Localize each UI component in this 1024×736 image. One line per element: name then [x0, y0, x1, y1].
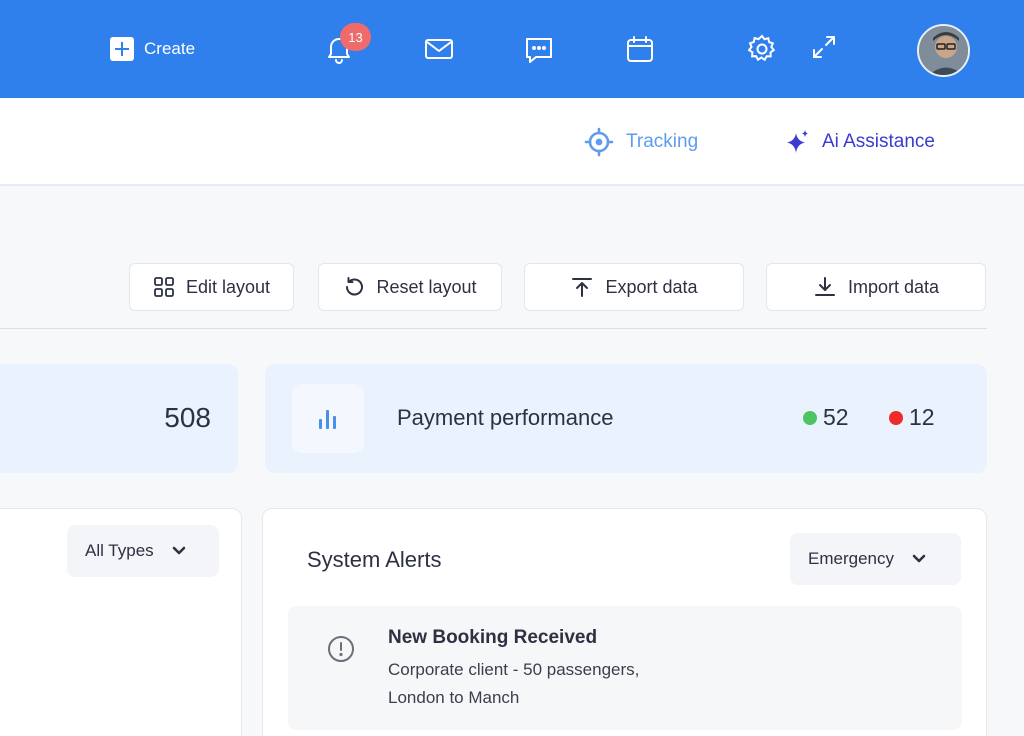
type-filter-value: All Types [85, 541, 154, 560]
failed-count: 12 [909, 404, 935, 430]
create-button[interactable]: Create [110, 36, 195, 62]
reset-layout-label: Reset layout [376, 276, 477, 297]
import-data-button[interactable]: Import data [766, 263, 986, 311]
ai-assistance-link[interactable]: Ai Assistance [784, 128, 935, 156]
stat-value: 508 [164, 402, 211, 433]
crosshair-icon [584, 127, 614, 157]
reset-icon [346, 277, 364, 296]
user-avatar[interactable] [917, 24, 970, 77]
failed-metric: 12 [889, 404, 935, 431]
plus-icon [110, 37, 134, 61]
payment-performance-card: Payment performance 52 12 [265, 364, 987, 473]
export-data-label: Export data [605, 276, 698, 297]
stat-card-left: 508 [0, 364, 238, 473]
alert-title: New Booking Received [388, 627, 598, 648]
calendar-icon [627, 36, 653, 62]
chevron-down-icon [912, 554, 926, 563]
payment-performance-title: Payment performance [397, 405, 614, 430]
secondary-navbar: Tracking Ai Assistance [0, 98, 1024, 186]
reset-layout-button[interactable]: Reset layout [318, 263, 502, 311]
system-alerts-panel: System Alerts Emergency New Booking Rece… [262, 508, 987, 736]
ai-assistance-label: Ai Assistance [822, 131, 935, 152]
edit-layout-button[interactable]: Edit layout [129, 263, 294, 311]
upload-icon [572, 278, 593, 297]
create-label: Create [144, 39, 196, 58]
section-divider [0, 328, 987, 329]
settings-button[interactable] [746, 33, 778, 65]
edit-layout-label: Edit layout [185, 276, 271, 297]
alert-item[interactable]: New Booking Received Corporate client - … [288, 606, 962, 730]
messages-button[interactable] [523, 34, 555, 66]
bar-chart-icon [292, 384, 364, 453]
type-filter-dropdown[interactable]: All Types [67, 525, 219, 577]
import-data-label: Import data [847, 276, 940, 297]
chevron-down-icon [172, 546, 185, 555]
notification-badge: 13 [340, 23, 371, 51]
alert-description-line-2: London to Manch [388, 688, 520, 707]
expand-icon [813, 36, 835, 58]
export-data-button[interactable]: Export data [524, 263, 744, 311]
success-dot-icon [803, 410, 817, 425]
fullscreen-button[interactable] [808, 31, 840, 63]
download-icon [814, 277, 835, 296]
mail-button[interactable] [423, 33, 455, 65]
alert-filter-value: Emergency [808, 549, 894, 568]
grid-icon [154, 277, 174, 297]
alert-circle-icon [328, 636, 354, 662]
alert-filter-dropdown[interactable]: Emergency [790, 533, 961, 585]
failed-dot-icon [889, 410, 903, 425]
chat-icon [526, 38, 552, 63]
calendar-button[interactable] [624, 33, 656, 65]
top-navbar: Create 13 [0, 0, 1024, 98]
sparkle-icon [787, 130, 808, 153]
tracking-label: Tracking [626, 131, 699, 152]
left-panel: All Types [0, 508, 242, 736]
success-count: 52 [823, 404, 849, 430]
tracking-link[interactable]: Tracking [584, 127, 699, 157]
success-metric: 52 [803, 404, 849, 431]
avatar-image-icon [919, 26, 968, 75]
gear-icon [747, 34, 776, 62]
alert-description-line-1: Corporate client - 50 passengers, [388, 660, 640, 679]
mail-icon [425, 39, 453, 59]
system-alerts-title: System Alerts [307, 547, 442, 572]
